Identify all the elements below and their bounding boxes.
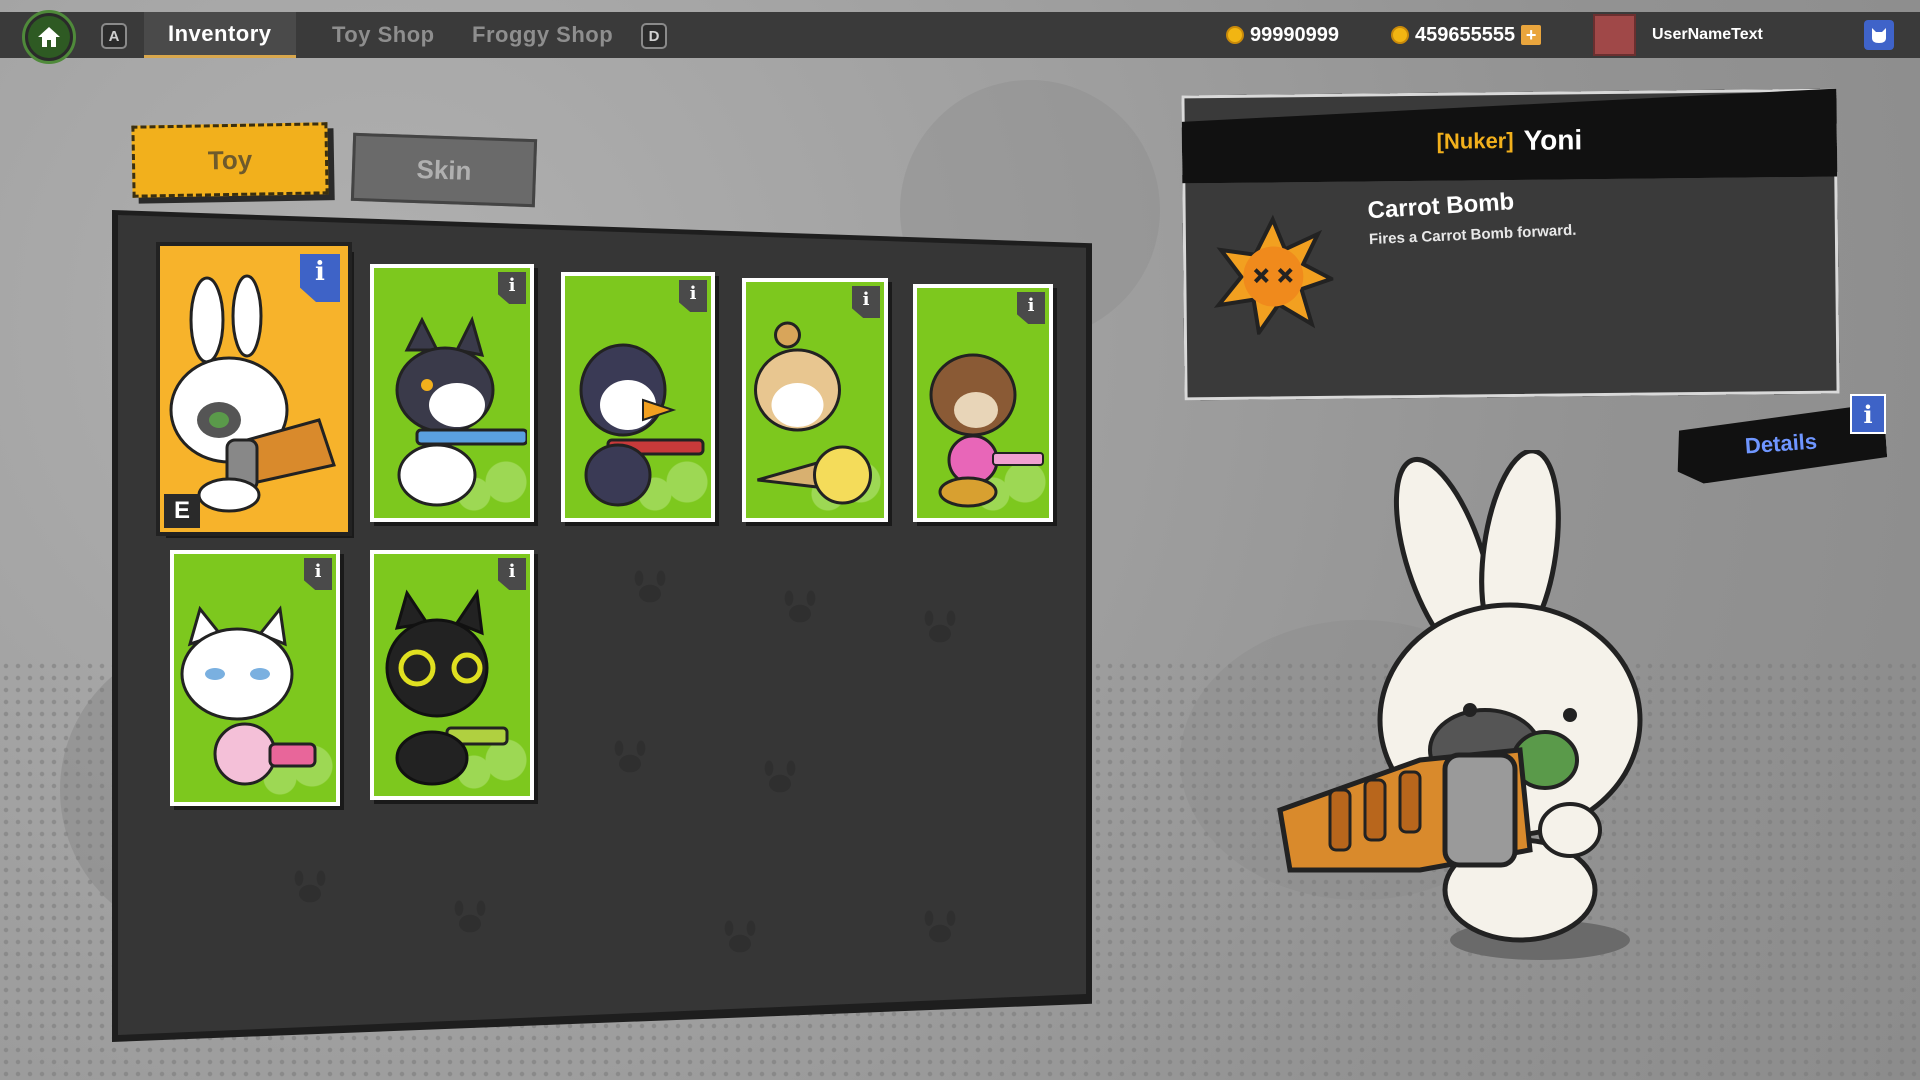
next-tab-key-hint: D xyxy=(641,23,667,49)
sheep-character-icon xyxy=(754,321,872,505)
white-cat-character-icon xyxy=(180,605,317,786)
prev-tab-key-hint: A xyxy=(101,23,127,49)
dog-character-icon xyxy=(929,353,1044,508)
paw-print-icon xyxy=(924,610,956,643)
home-button[interactable] xyxy=(22,10,76,64)
character-name: Yoni xyxy=(1523,124,1583,156)
tab-froggy-shop[interactable]: Froggy Shop xyxy=(448,12,637,58)
currency-gold-amount: 99990999 xyxy=(1250,23,1339,46)
avatar[interactable] xyxy=(1593,14,1636,56)
equipped-badge: E xyxy=(164,494,200,528)
tab-inventory[interactable]: Inventory xyxy=(144,12,296,58)
toy-card-black-cat-rifle[interactable]: i xyxy=(370,264,534,522)
home-icon xyxy=(38,27,60,47)
character-detail-panel: [Nuker] Yoni Carrot Bomb Fires a Carrot … xyxy=(1181,88,1840,401)
penguin-character-icon xyxy=(579,343,705,507)
info-icon[interactable]: i xyxy=(1850,394,1886,434)
black-cat-character-icon xyxy=(385,588,509,786)
cat-character-icon xyxy=(395,315,527,507)
toy-card-white-cat[interactable]: i xyxy=(170,550,340,806)
skill-name: Carrot Bomb xyxy=(1366,188,1515,225)
add-currency-button[interactable]: + xyxy=(1521,25,1542,45)
paw-print-icon xyxy=(614,740,646,773)
toy-card-dog[interactable]: i xyxy=(913,284,1053,522)
friend-button[interactable] xyxy=(1864,20,1894,50)
info-icon[interactable]: i xyxy=(679,280,707,312)
currency-gold: 99990999 xyxy=(1226,12,1339,58)
currency-premium: 459655555 + xyxy=(1391,12,1542,58)
tab-skin[interactable]: Skin xyxy=(350,132,538,208)
paw-print-icon xyxy=(454,900,486,933)
paw-print-icon xyxy=(294,870,326,903)
toy-card-yoni[interactable]: i E xyxy=(160,246,348,532)
toy-card-penguin[interactable]: i xyxy=(561,272,715,522)
character-role: [Nuker] xyxy=(1436,127,1514,154)
info-icon[interactable]: i xyxy=(498,272,526,304)
paw-print-icon xyxy=(924,910,956,943)
currency-premium-amount: 459655555 xyxy=(1415,23,1516,46)
friend-icon xyxy=(1872,28,1886,43)
paw-print-icon xyxy=(764,760,796,793)
tab-toy[interactable]: Toy xyxy=(131,122,329,198)
coin-icon xyxy=(1226,26,1244,44)
username: UserNameText xyxy=(1652,26,1763,43)
coin-icon xyxy=(1391,26,1409,44)
selected-character-preview xyxy=(1277,450,1643,960)
toy-card-black-cat-pistol[interactable]: i xyxy=(370,550,534,800)
explosion-icon xyxy=(1213,214,1334,336)
paw-print-icon xyxy=(724,920,756,953)
paw-print-icon xyxy=(634,570,666,603)
tab-toy-shop[interactable]: Toy Shop xyxy=(308,12,459,58)
paw-print-icon xyxy=(784,590,816,623)
character-detail-header: [Nuker] Yoni xyxy=(1181,89,1837,184)
skill-description: Fires a Carrot Bomb forward. xyxy=(1368,221,1577,249)
toy-card-sheep[interactable]: i xyxy=(742,278,888,522)
rabbit-character-icon xyxy=(169,274,336,513)
